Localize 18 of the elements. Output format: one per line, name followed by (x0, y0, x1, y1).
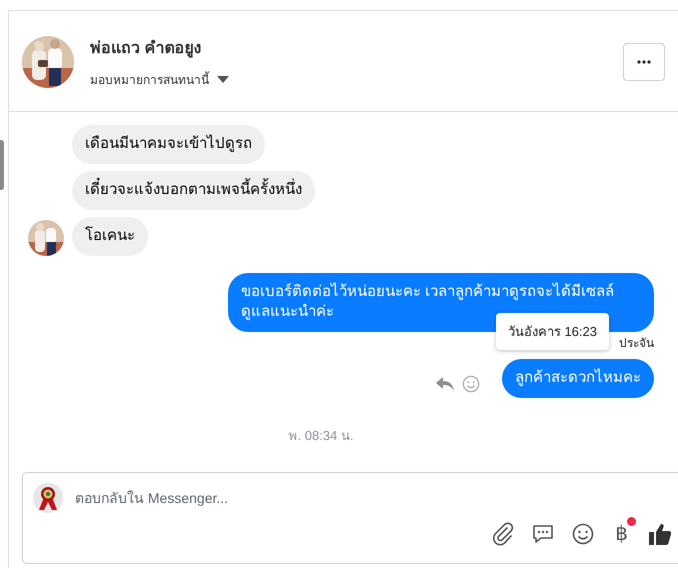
reply-icon[interactable] (436, 375, 454, 393)
scrollbar-thumb[interactable] (0, 140, 4, 190)
more-icon (637, 60, 651, 64)
thumbs-up-icon[interactable] (648, 522, 672, 546)
paperclip-icon[interactable] (491, 522, 516, 546)
contact-name: พ่อแถว คำตอยูง (90, 38, 202, 60)
message-bubble: ลูกค้าสะดวกไหมคะ (502, 359, 654, 398)
ribbon-badge-icon (33, 483, 63, 513)
assign-conversation-dropdown[interactable]: มอบหมายการสนทนานี้ (90, 70, 229, 89)
message-bubble: โอเคนะ (72, 217, 148, 256)
timestamp-tooltip: วันอังคาร 16:23 (496, 313, 609, 350)
message-bubble: เดี๋ยวจะแจ้งบอกตามเพจนี้ครั้งหนึ่ง (72, 171, 315, 210)
emoji-icon[interactable] (571, 522, 596, 546)
timestamp: พ. 08:34 น. (288, 427, 354, 445)
payment-button[interactable]: ฿ (611, 521, 632, 546)
caret-icon (217, 76, 229, 83)
message-note: ประจัน (619, 335, 654, 352)
message-bubble: เดือนมีนาคมจะเข้าไปดูรถ (72, 125, 265, 164)
